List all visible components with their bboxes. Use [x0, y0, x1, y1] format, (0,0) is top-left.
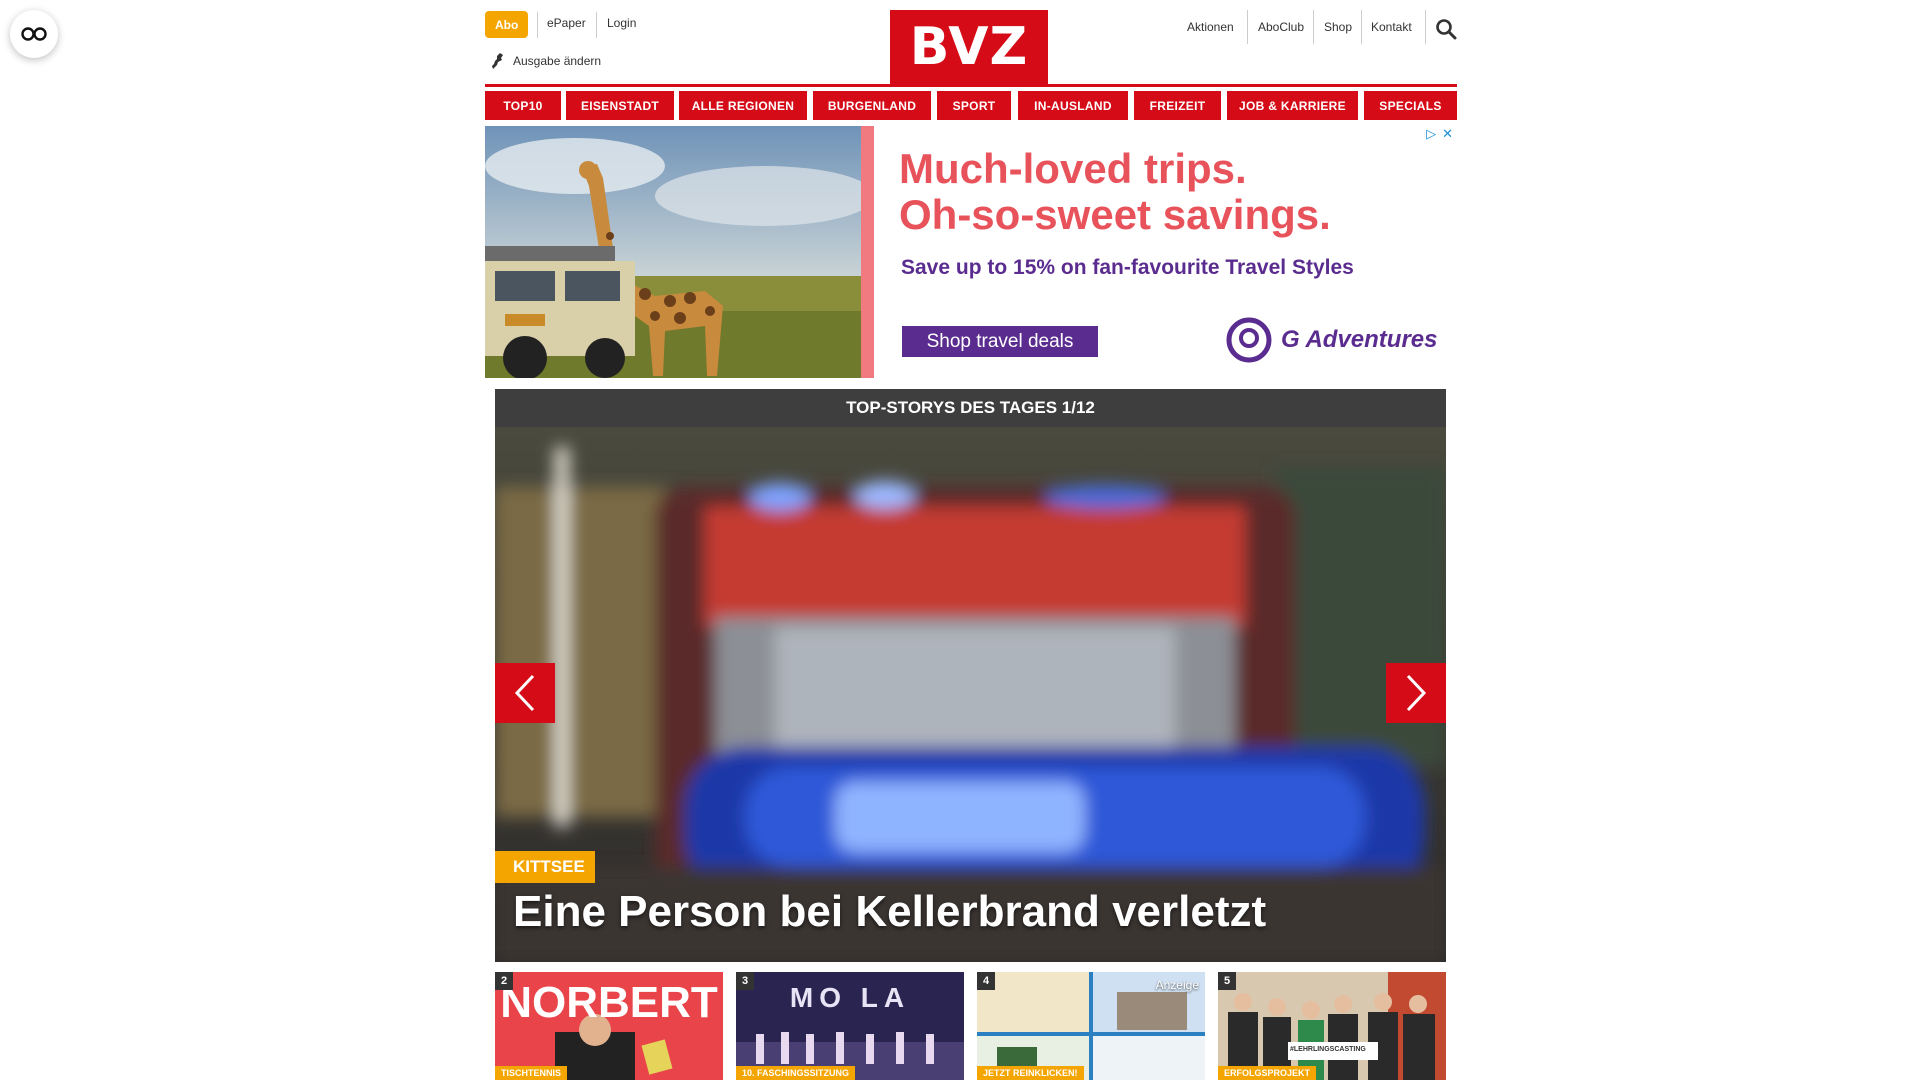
nav-eisenstadt[interactable]: EISENSTADT — [566, 91, 674, 120]
login-link[interactable]: Login — [607, 16, 636, 30]
story-thumb-3[interactable]: MO LA 3 10. FASCHINGSSITZUNG — [736, 972, 964, 1080]
nav-in-ausland[interactable]: IN-AUSLAND — [1018, 91, 1128, 120]
divider — [537, 12, 538, 38]
advertisement-banner[interactable]: Much-loved trips. Oh-so-sweet savings. S… — [485, 126, 1457, 378]
g-adventures-icon — [1226, 317, 1272, 363]
thumb-label: TISCHTENNIS — [495, 1066, 568, 1080]
ad-brand-name: G Adventures — [1281, 326, 1438, 353]
nav-burgenland[interactable]: BURGENLAND — [813, 91, 931, 120]
thumb-image — [1218, 972, 1446, 1080]
nav-job-karriere[interactable]: JOB & KARRIERE — [1227, 91, 1358, 120]
main-nav: TOP10 EISENSTADT ALLE REGIONEN BURGENLAN… — [485, 91, 1457, 120]
nav-top10[interactable]: TOP10 — [485, 91, 561, 120]
aktionen-link[interactable]: Aktionen — [1187, 20, 1234, 34]
slider-prev-button[interactable] — [495, 663, 555, 723]
ad-subline: Save up to 15% on fan-favourite Travel S… — [901, 256, 1354, 279]
slider-next-button[interactable] — [1386, 663, 1446, 723]
search-icon[interactable] — [1435, 18, 1457, 40]
thumb-label: 10. FASCHINGSSITZUNG — [736, 1066, 856, 1080]
abo-button[interactable]: Abo — [485, 11, 529, 38]
ad-headline-line1: Much-loved trips. — [899, 145, 1247, 192]
thumb-ad-marker: Anzeige — [1155, 978, 1199, 992]
ad-choices[interactable]: ▷ ✕ — [1426, 126, 1453, 142]
story-kicker[interactable]: KITTSEE — [495, 851, 595, 883]
thumb-overlay-text: #LEHRLINGSCASTING — [1290, 1046, 1366, 1053]
thumb-overlay-text: NORBERT — [500, 978, 718, 1027]
adchoices-play-icon[interactable]: ▷ — [1426, 126, 1436, 142]
ad-divider-stripe — [861, 126, 874, 378]
story-thumb-2[interactable]: NORBERT 2 TISCHTENNIS — [495, 972, 723, 1080]
ad-safari-image — [485, 126, 861, 378]
thumb-number: 5 — [1218, 972, 1236, 990]
region-map-icon — [492, 53, 503, 69]
aboclub-link[interactable]: AboClub — [1258, 20, 1304, 34]
story-thumb-4[interactable]: Anzeige 4 JETZT REINKLICKEN! — [977, 972, 1205, 1080]
shop-travel-deals-button[interactable]: Shop travel deals — [902, 326, 1098, 357]
divider — [1247, 10, 1248, 44]
slider-header: TOP-STORYS DES TAGES 1/12 — [495, 389, 1446, 427]
ad-headline: Much-loved trips. Oh-so-sweet savings. — [899, 146, 1331, 238]
nav-specials[interactable]: SPECIALS — [1364, 91, 1457, 120]
top-stories-slider: TOP-STORYS DES TAGES 1/12 KITTSEE Eine P… — [495, 389, 1446, 962]
ausgabe-label: Ausgabe ändern — [513, 54, 602, 68]
epaper-link[interactable]: ePaper — [547, 16, 586, 30]
nav-freizeit[interactable]: FREIZEIT — [1134, 91, 1221, 120]
divider — [1361, 10, 1362, 44]
chevron-right-icon — [1406, 674, 1427, 712]
thumb-overlay-text: MO LA — [789, 982, 911, 1013]
divider — [1313, 10, 1314, 44]
ad-close-icon[interactable]: ✕ — [1442, 126, 1453, 142]
story-headline[interactable]: Eine Person bei Kellerbrand verletzt — [513, 887, 1266, 937]
page-container: Abo ePaper Login Ausgabe ändern BVZ Akti… — [485, 0, 1457, 1080]
glasses-icon — [21, 27, 47, 41]
kontakt-link[interactable]: Kontakt — [1371, 20, 1412, 34]
divider — [1425, 10, 1426, 44]
nav-alle-regionen[interactable]: ALLE REGIONEN — [679, 91, 807, 120]
story-thumb-5[interactable]: #LEHRLINGSCASTING 5 ERFOLGSPROJEKT — [1218, 972, 1446, 1080]
chevron-left-icon — [514, 674, 535, 712]
slide-image[interactable]: KITTSEE Eine Person bei Kellerbrand verl… — [495, 427, 1446, 962]
shop-link[interactable]: Shop — [1324, 20, 1352, 34]
divider — [596, 12, 597, 38]
ausgabe-selector[interactable]: Ausgabe ändern — [491, 52, 601, 70]
site-header: Abo ePaper Login Ausgabe ändern BVZ Akti… — [485, 0, 1457, 84]
header-rule — [485, 84, 1457, 87]
thumb-label: ERFOLGSPROJEKT — [1218, 1066, 1317, 1080]
ad-brand-logo[interactable]: G Adventures — [1225, 316, 1437, 364]
thumb-number: 3 — [736, 972, 754, 990]
bvz-logo[interactable]: BVZ — [890, 10, 1048, 84]
accessibility-button[interactable] — [10, 10, 58, 58]
nav-sport[interactable]: SPORT — [937, 91, 1011, 120]
thumb-number: 2 — [495, 972, 513, 990]
thumb-label: JETZT REINKLICKEN! — [977, 1066, 1084, 1080]
ad-headline-line2: Oh-so-sweet savings. — [899, 191, 1331, 238]
thumb-number: 4 — [977, 972, 995, 990]
